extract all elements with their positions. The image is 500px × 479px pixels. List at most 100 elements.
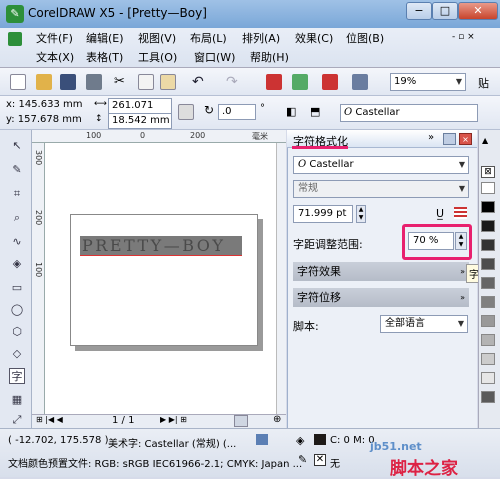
page-nav-buttons[interactable]: ⊞ |◀ ◀ (36, 415, 63, 424)
menu-arrange[interactable]: 排列(A) (242, 30, 280, 48)
text-tool-icon[interactable]: 字 (9, 368, 25, 384)
kerning-range-field[interactable]: 70 % (408, 232, 454, 250)
document-page[interactable] (70, 214, 258, 346)
palette-swatch[interactable] (481, 182, 495, 194)
script-select[interactable]: 全部语言 ▼ (380, 315, 468, 333)
close-button[interactable]: ✕ (458, 2, 498, 20)
polygon-tool-icon[interactable]: ⬡ (9, 324, 25, 340)
crop-tool-icon[interactable]: ⌗ (9, 186, 25, 202)
font-size-field[interactable]: 71.999 pt (293, 205, 353, 223)
menu-window[interactable]: 窗口(W) (194, 49, 235, 67)
palette-swatch[interactable] (481, 334, 495, 346)
dimension-tool-icon[interactable]: ⤢ (9, 412, 25, 428)
palette-swatch[interactable] (481, 277, 495, 289)
menu-view[interactable]: 视图(V) (138, 30, 176, 48)
script-value: 全部语言 (385, 318, 425, 329)
palette-swatch[interactable] (481, 315, 495, 327)
doc-window-controls[interactable]: - ▫ × (452, 32, 475, 42)
menu-help[interactable]: 帮助(H) (250, 49, 289, 67)
export-icon[interactable] (292, 74, 308, 90)
shape-tool-icon[interactable]: ✎ (9, 162, 25, 178)
x-position-field[interactable]: x: 145.633 mm (6, 99, 82, 110)
paste-icon[interactable] (160, 74, 176, 90)
docker-font-select[interactable]: O Castellar ▼ (293, 156, 469, 174)
docker-expand-icon[interactable]: » (428, 132, 434, 143)
font-style-select[interactable]: 常规 ▼ (293, 180, 469, 198)
save-icon[interactable] (60, 74, 76, 90)
object-height-field[interactable]: 18.542 mm (108, 113, 172, 129)
fill-bucket-icon: ◈ (296, 434, 305, 447)
palette-scroll-up-icon[interactable]: ▲ (482, 136, 488, 145)
smart-fill-tool-icon[interactable]: ◈ (9, 256, 25, 272)
lock-ratio-icon[interactable] (178, 104, 194, 120)
application-launcher-icon[interactable] (322, 74, 338, 90)
coreldraw-app-icon[interactable]: ✎ (6, 5, 24, 23)
zoom-level-select[interactable]: 19% ▼ (390, 73, 466, 91)
minimize-button[interactable]: − (406, 2, 432, 20)
no-color-swatch[interactable]: ⊠ (481, 166, 495, 178)
welcome-screen-icon[interactable] (352, 74, 368, 90)
font-list-select[interactable]: O Castellar (340, 104, 478, 122)
rectangle-tool-icon[interactable]: ▭ (9, 280, 25, 296)
restore-button[interactable]: □ (432, 2, 458, 20)
menu-edit[interactable]: 编辑(E) (86, 30, 124, 48)
palette-swatch[interactable] (481, 220, 495, 232)
mirror-horizontal-icon[interactable]: ◧ (286, 104, 302, 120)
menu-layout[interactable]: 布局(L) (190, 30, 227, 48)
table-tool-icon[interactable]: ▦ (9, 392, 25, 408)
opentype-icon: O (344, 107, 353, 118)
menu-text[interactable]: 文本(X) (36, 49, 74, 67)
zoom-tool-icon[interactable]: ⌕ (9, 210, 25, 226)
mirror-vertical-icon[interactable]: ⬒ (310, 104, 326, 120)
docker-close-button[interactable]: × (459, 133, 472, 145)
outline-pen-icon: ✎ (298, 453, 308, 466)
pick-tool-icon[interactable]: ↖ (9, 138, 25, 154)
vertical-scrollbar[interactable] (276, 143, 286, 414)
basic-shapes-tool-icon[interactable]: ◇ (9, 346, 25, 362)
palette-swatch[interactable] (481, 296, 495, 308)
kerning-stepper[interactable]: ▲ ▼ (455, 232, 467, 250)
font-size-stepper[interactable]: ▲ ▼ (356, 205, 366, 223)
rotation-angle-field[interactable]: .0 (218, 104, 256, 120)
undo-icon[interactable]: ↶ (192, 74, 208, 90)
fill-color-values: C: 0 M: 0 (330, 435, 375, 446)
redo-icon[interactable]: ↷ (226, 74, 242, 90)
page-nav-forward-buttons[interactable]: ▶ ▶| ⊞ (160, 415, 187, 424)
freehand-tool-icon[interactable]: ∿ (9, 234, 25, 250)
copy-icon[interactable] (138, 74, 154, 90)
rotation-icon: ↻ (204, 103, 215, 117)
import-icon[interactable] (266, 74, 282, 90)
selected-artistic-text[interactable]: PRETTY—BOY (80, 236, 242, 256)
navigator-icon[interactable]: ⊕ (273, 414, 281, 425)
menu-file[interactable]: 文件(F) (36, 30, 73, 48)
print-icon[interactable] (86, 74, 102, 90)
object-properties-icon[interactable] (256, 434, 268, 445)
zoom-value: 19% (394, 76, 417, 87)
docker-font-name: Castellar (309, 159, 354, 170)
y-position-field[interactable]: y: 157.678 mm (6, 114, 82, 125)
kerning-range-label: 字距调整范围: (293, 238, 363, 251)
ellipse-tool-icon[interactable]: ◯ (9, 302, 25, 318)
character-shift-section[interactable]: 字符位移 » (293, 288, 469, 307)
snap-to-label[interactable]: 贴 (478, 75, 489, 91)
underline-icon[interactable]: U̲ (436, 207, 444, 220)
palette-swatch[interactable] (481, 372, 495, 384)
palette-swatch[interactable] (481, 201, 495, 213)
docker-minimize-button[interactable] (443, 133, 456, 145)
menu-tools[interactable]: 工具(O) (138, 49, 177, 67)
watermark-site: jb51.net (370, 440, 422, 453)
underline-style-icon[interactable] (454, 207, 467, 219)
horizontal-scroll-thumb[interactable] (234, 415, 248, 427)
palette-swatch[interactable] (481, 239, 495, 251)
palette-swatch[interactable] (481, 353, 495, 365)
palette-swatch[interactable] (481, 258, 495, 270)
object-width-field[interactable]: 261.071 mm (108, 98, 172, 125)
new-document-icon[interactable] (10, 74, 26, 90)
menu-effects[interactable]: 效果(C) (295, 30, 333, 48)
cut-icon[interactable]: ✂ (114, 74, 130, 90)
open-folder-icon[interactable] (36, 74, 52, 90)
character-effects-section[interactable]: 字符效果 » (293, 262, 469, 281)
menu-bitmaps[interactable]: 位图(B) (346, 30, 384, 48)
palette-swatch[interactable] (481, 391, 495, 403)
menu-table[interactable]: 表格(T) (86, 49, 123, 67)
